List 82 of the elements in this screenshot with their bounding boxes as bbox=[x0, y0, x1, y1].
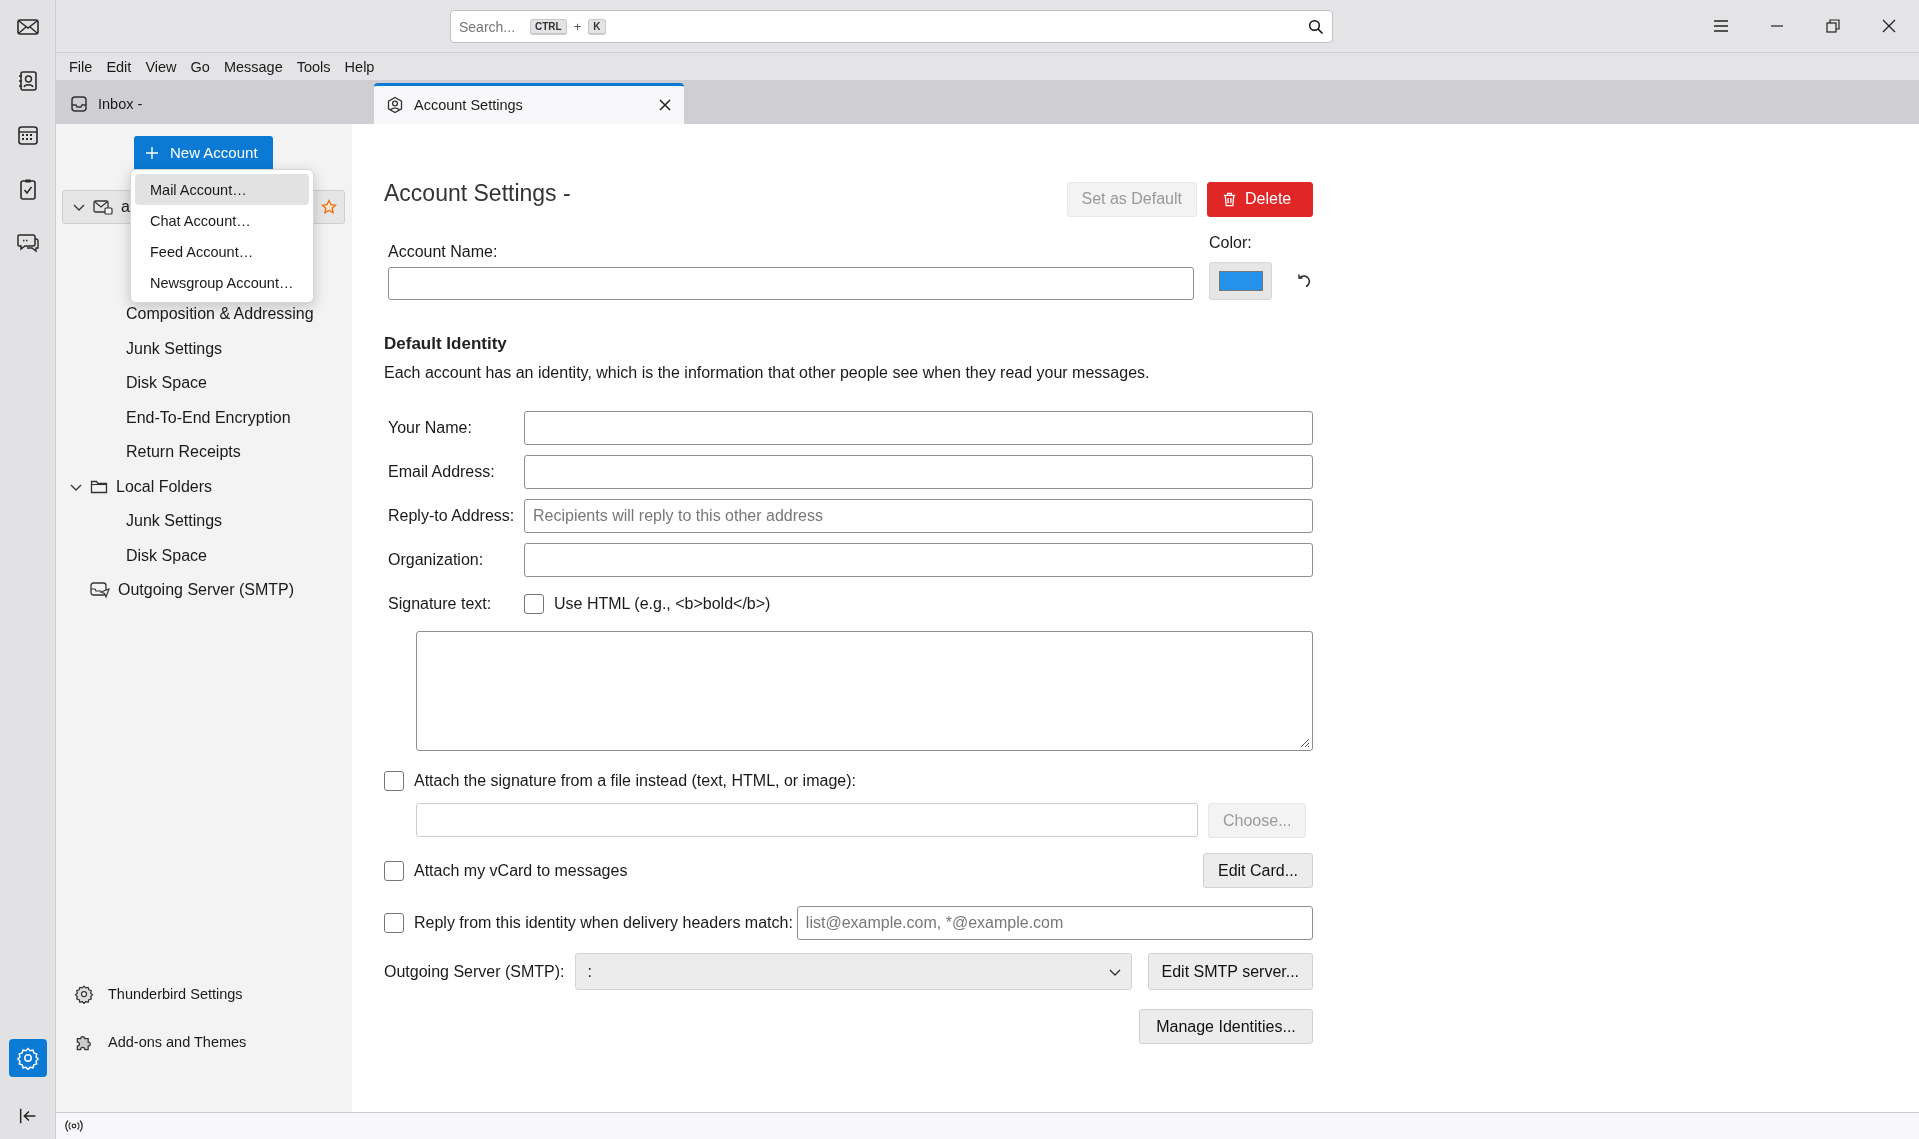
tree-item[interactable]: Return Receipts bbox=[56, 435, 352, 470]
menu-item[interactable]: File bbox=[62, 58, 100, 75]
menu-item[interactable]: Feed Account… bbox=[135, 236, 309, 267]
outbox-icon bbox=[90, 581, 110, 600]
smtp-server-dropdown[interactable]: : bbox=[574, 953, 1132, 990]
checkbox-label: Attach the signature from a file instead (text, HTML, or image): bbox=[414, 772, 856, 790]
menu-item[interactable]: Message bbox=[216, 58, 290, 75]
tree-item[interactable]: Disk Space bbox=[56, 538, 352, 573]
menu-item[interactable]: Chat Account… bbox=[135, 205, 309, 236]
checkbox[interactable] bbox=[384, 860, 404, 881]
keyboard-key: CTRL bbox=[530, 18, 567, 35]
color-swatch bbox=[1218, 271, 1263, 291]
field-label: Email Address: bbox=[387, 463, 496, 481]
checkbox-label: Reply from this identity when delivery headers match: bbox=[414, 914, 793, 932]
section-heading: Default Identity bbox=[384, 334, 508, 354]
text-field[interactable]: list@example.com, *@example.com bbox=[796, 906, 1313, 940]
menu-icon[interactable] bbox=[1713, 18, 1729, 34]
trash-icon bbox=[1222, 191, 1237, 207]
checkbox-label: Use HTML (e.g., <b>bold</b>) bbox=[554, 595, 771, 613]
field-label: Your Name: bbox=[387, 419, 473, 437]
folder-icon bbox=[90, 478, 108, 495]
menu-item[interactable]: View bbox=[138, 58, 184, 75]
menu-item[interactable]: Mail Account… bbox=[135, 174, 309, 205]
menu-item[interactable]: Newsgroup Account… bbox=[135, 267, 309, 298]
tab[interactable]: Inbox - bbox=[56, 84, 374, 124]
resize-grip-icon[interactable] bbox=[1298, 736, 1310, 748]
search-field[interactable]: Search... CTRL + K bbox=[450, 10, 1333, 43]
manage-identities-button[interactable]: Manage Identities... bbox=[1139, 1009, 1313, 1044]
close-icon[interactable] bbox=[658, 98, 672, 112]
checkbox[interactable] bbox=[524, 594, 544, 614]
section-description: Each account has an identity, which is the information that other people see when they read your messages. bbox=[384, 364, 1151, 382]
edit-smtp-button[interactable]: Edit SMTP server... bbox=[1147, 953, 1313, 990]
color-picker[interactable] bbox=[1209, 262, 1272, 300]
tree-item[interactable]: Outgoing Server (SMTP) bbox=[56, 573, 352, 608]
close-icon[interactable] bbox=[1881, 18, 1897, 34]
field-label: Account Name: bbox=[388, 243, 499, 261]
settings-icon bbox=[15, 1046, 40, 1070]
checkbox[interactable] bbox=[384, 771, 404, 791]
chat-bubbles-icon bbox=[15, 231, 40, 255]
tab[interactable]: Account Settings bbox=[374, 83, 684, 124]
mail-lock-icon bbox=[93, 198, 113, 216]
calendar-icon bbox=[15, 123, 40, 147]
tree-item[interactable]: End-To-End Encryption bbox=[56, 400, 352, 435]
text-field[interactable]: Recipients will reply to this other address bbox=[524, 499, 1313, 533]
restore-icon[interactable] bbox=[1825, 18, 1841, 34]
text-field[interactable] bbox=[524, 411, 1313, 445]
field-label: Outgoing Server (SMTP): bbox=[384, 962, 565, 981]
shortcut-plus: + bbox=[573, 19, 582, 34]
menu-item[interactable]: Help bbox=[337, 58, 382, 75]
settings-icon bbox=[74, 984, 94, 1004]
menu-item[interactable]: Tools bbox=[289, 58, 338, 75]
new-account-button[interactable]: New Account bbox=[134, 136, 273, 169]
reset-icon[interactable] bbox=[1296, 273, 1312, 289]
field-label: Signature text: bbox=[387, 595, 493, 613]
menu-item[interactable]: Go bbox=[183, 58, 217, 75]
tree-item[interactable]: Junk Settings bbox=[56, 331, 352, 366]
sidebar-link[interactable]: Add-ons and Themes bbox=[108, 1034, 247, 1050]
page-title: Account Settings - bbox=[384, 179, 571, 207]
keyboard-key: K bbox=[588, 18, 606, 35]
checkbox[interactable] bbox=[384, 913, 404, 933]
text-field[interactable] bbox=[524, 543, 1313, 577]
plus-icon bbox=[146, 146, 158, 159]
star-icon bbox=[321, 199, 337, 215]
sidebar-link[interactable]: Thunderbird Settings bbox=[108, 986, 243, 1002]
checkbox-label: Attach my vCard to messages bbox=[414, 861, 628, 880]
inbox-icon bbox=[70, 95, 88, 113]
menu-item[interactable]: Edit bbox=[99, 58, 139, 75]
tree-item[interactable]: Junk Settings bbox=[56, 504, 352, 539]
account-icon bbox=[386, 96, 404, 114]
tree-item[interactable]: Disk Space bbox=[56, 366, 352, 401]
text-field[interactable] bbox=[524, 455, 1313, 489]
online-status-icon[interactable] bbox=[64, 1119, 84, 1133]
field-label: Organization: bbox=[387, 551, 485, 569]
field-label: Color: bbox=[1209, 234, 1253, 252]
account-name-field[interactable] bbox=[388, 267, 1194, 300]
edit-card-button[interactable]: Edit Card... bbox=[1203, 853, 1313, 888]
file-path-field[interactable] bbox=[416, 803, 1198, 837]
field-label: Reply-to Address: bbox=[387, 507, 516, 525]
search-icon[interactable] bbox=[1308, 18, 1324, 35]
tree-item[interactable]: Local Folders bbox=[56, 469, 352, 504]
settings-space-button[interactable] bbox=[8, 1039, 47, 1077]
delete-button[interactable]: Delete bbox=[1207, 181, 1313, 217]
